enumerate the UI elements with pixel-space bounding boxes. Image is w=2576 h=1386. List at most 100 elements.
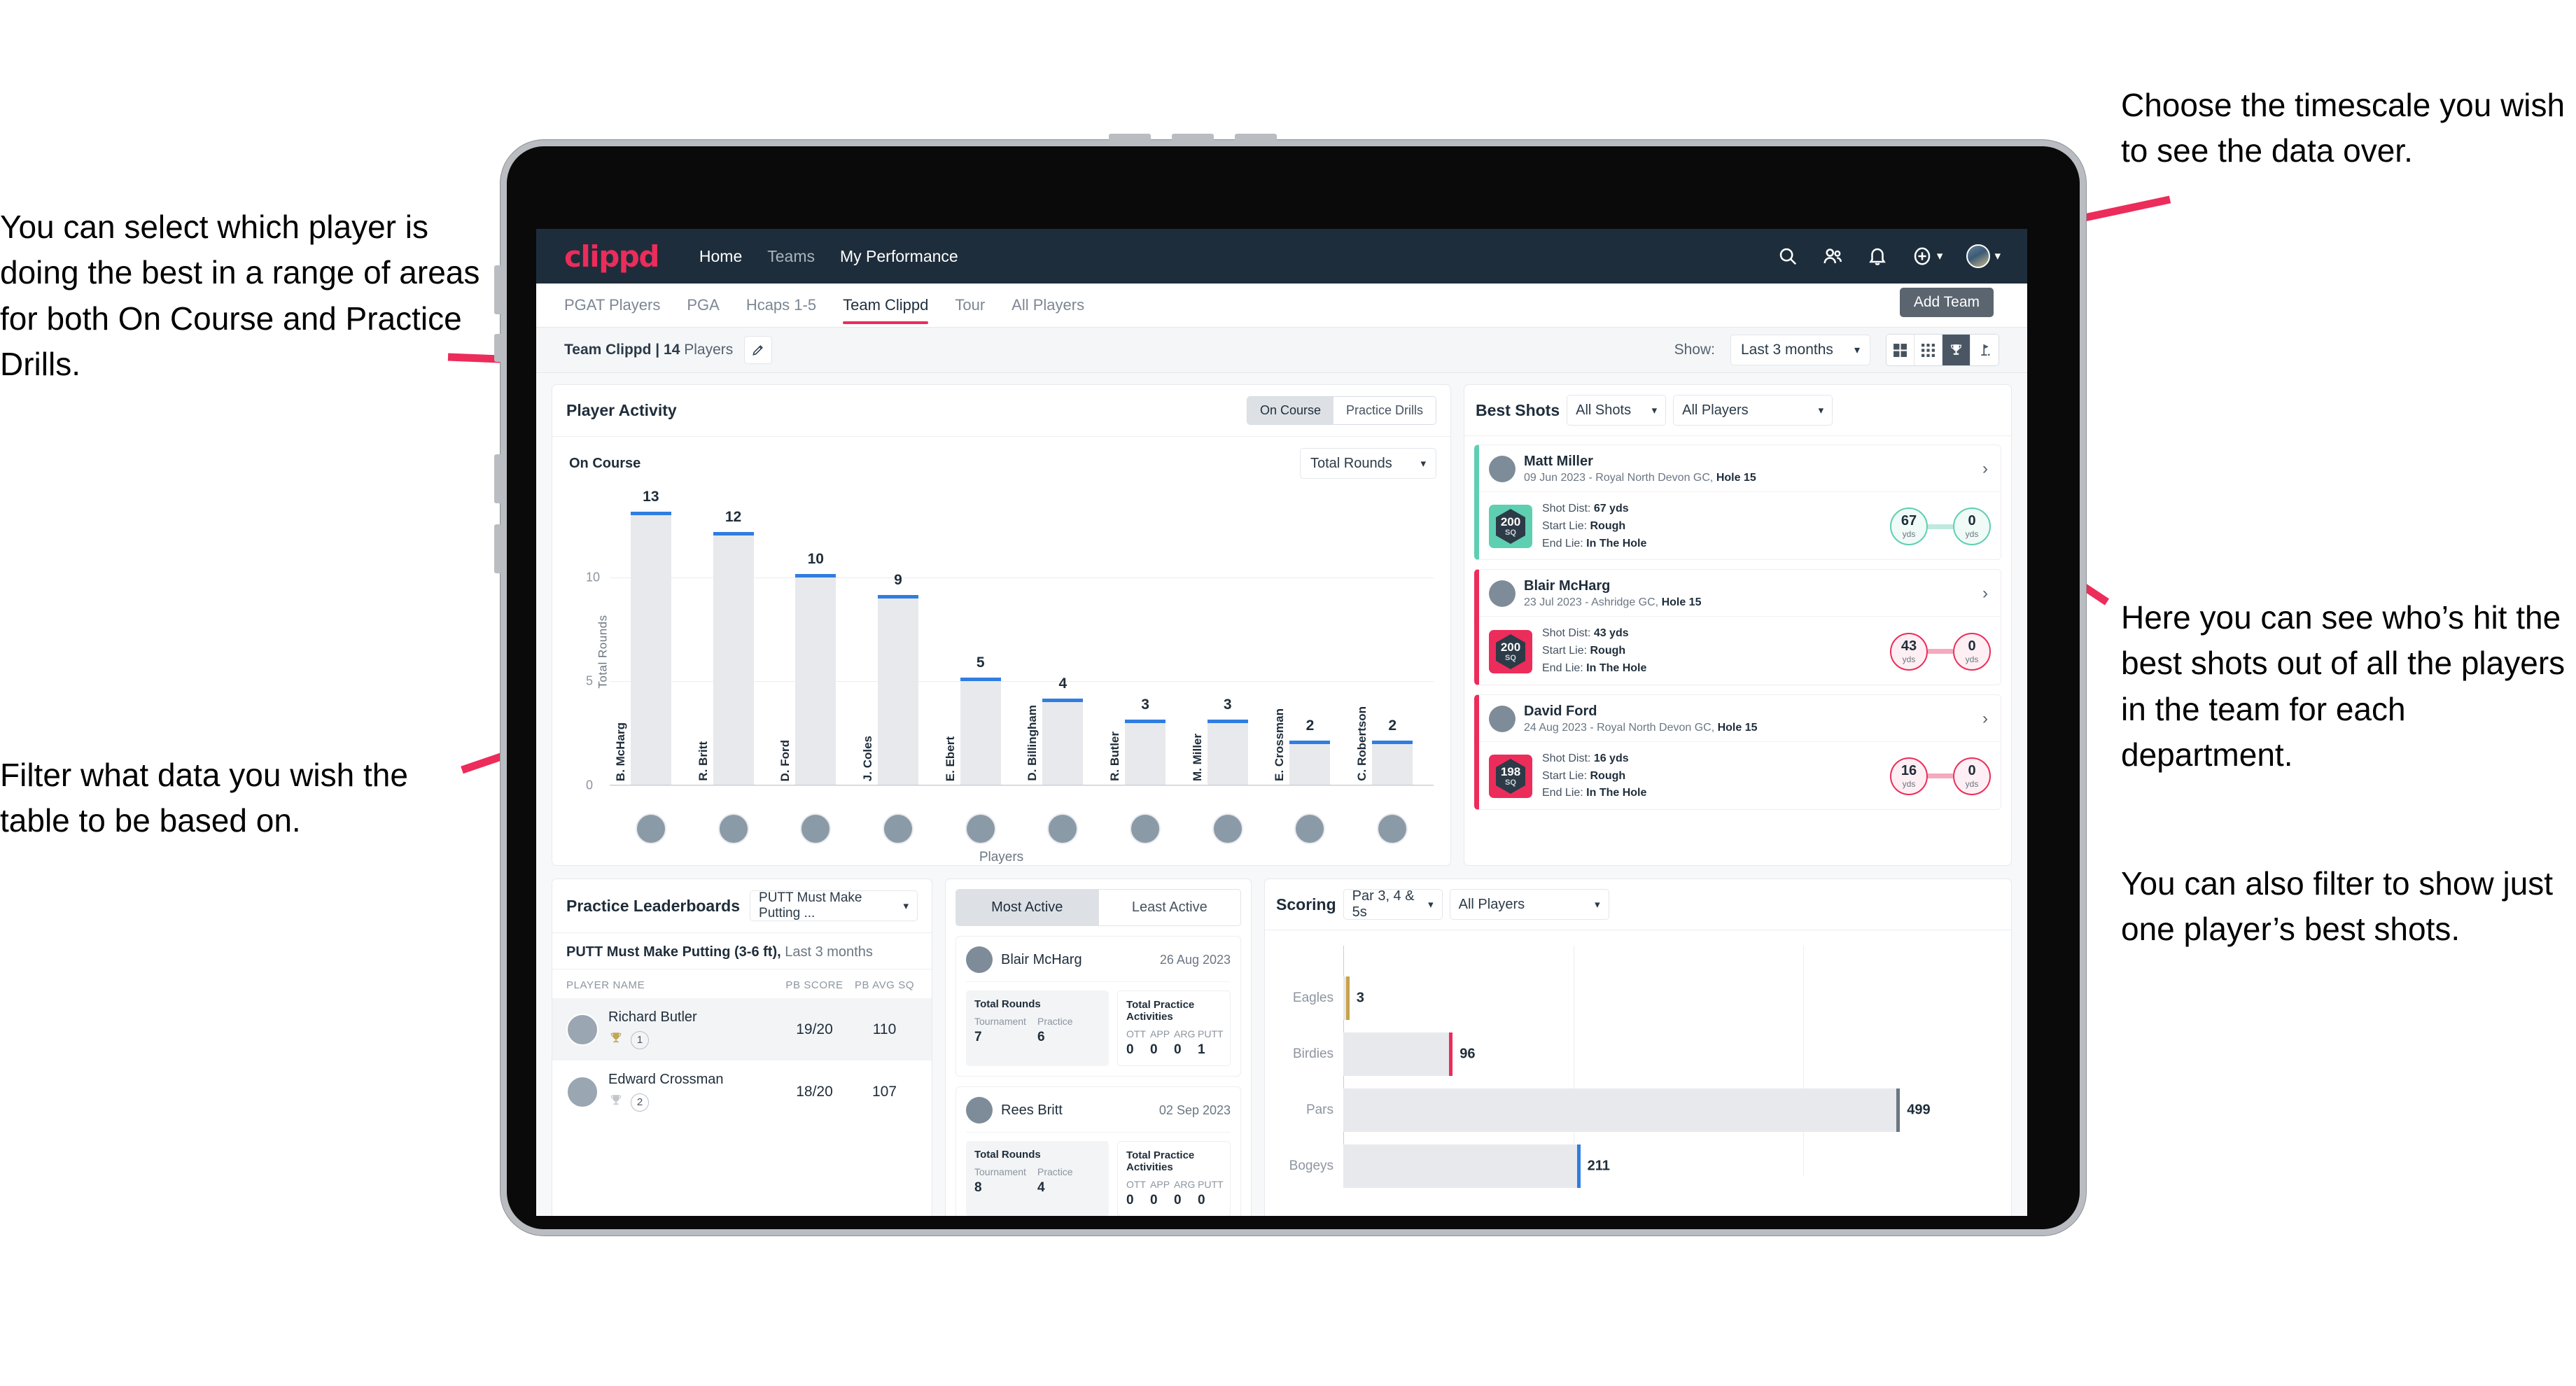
segment-on-course[interactable]: On Course [1247, 397, 1334, 424]
activity-round-key: Practice [1037, 1016, 1073, 1027]
timescale-select[interactable]: Last 3 months ▾ [1730, 335, 1870, 365]
chevron-right-icon[interactable]: › [1982, 459, 1991, 479]
scoring-par-filter[interactable]: Par 3, 4 & 5s ▾ [1343, 888, 1443, 920]
player-avatar[interactable] [718, 813, 749, 844]
activity-total-rounds-title: Total Rounds [974, 1149, 1041, 1161]
view-toggle-group [1886, 334, 1999, 366]
player-avatar[interactable] [1130, 813, 1161, 844]
hexagon-icon: 198 SQ [1494, 758, 1527, 794]
clippd-logo[interactable]: clippd [564, 239, 659, 274]
scoring-row[interactable]: Bogeys 211 [1279, 1144, 1993, 1188]
chart-bar[interactable]: 5 E. Ebert [944, 654, 1001, 785]
scoring-row[interactable]: Birdies 96 [1279, 1032, 1993, 1076]
team-player-count: 14 [664, 342, 680, 358]
drill-select[interactable]: PUTT Must Make Putting ... ▾ [750, 890, 918, 921]
player-avatar[interactable] [635, 813, 666, 844]
avatar[interactable] [1966, 244, 1991, 268]
chart-bar[interactable]: 2 E. Crossman [1273, 708, 1331, 785]
chart-bar-cell[interactable]: 12 R. Britt [692, 494, 775, 785]
shot-details: Shot Dist: 16 yds Start Lie: Rough End Lie… [1542, 752, 1647, 799]
chart-bar-cell[interactable]: 2 C. Robertson [1351, 494, 1434, 785]
shot-player-avatar [1489, 456, 1516, 482]
chart-bar[interactable]: 2 C. Robertson [1355, 706, 1413, 785]
scoring-row[interactable]: Pars 499 [1279, 1088, 1993, 1132]
leaderboard-player-name: Edward Crossman [608, 1072, 724, 1087]
player-avatar[interactable] [882, 813, 913, 844]
view-flag-button[interactable] [1970, 335, 1998, 365]
pencil-icon [752, 345, 764, 356]
scoring-player-filter[interactable]: All Players ▾ [1449, 889, 1609, 920]
view-trophy-button[interactable] [1942, 335, 1970, 365]
scoring-row[interactable]: Eagles 3 [1279, 976, 1993, 1020]
add-menu[interactable]: ▾ [1912, 246, 1942, 267]
tab-pgat-players[interactable]: PGAT Players [564, 286, 660, 324]
scoring-bar[interactable]: 499 [1343, 1088, 1931, 1132]
best-shot-card[interactable]: Matt Miller 09 Jun 2023 - Royal North Dev… [1474, 444, 2001, 561]
chevron-right-icon[interactable]: › [1982, 709, 1991, 729]
chart-bar[interactable]: 9 J. Coles [861, 572, 918, 785]
chart-bar-cell[interactable]: 10 D. Ford [774, 494, 857, 785]
chart-bar[interactable]: 10 D. Ford [778, 551, 836, 785]
people-icon[interactable] [1822, 246, 1843, 267]
player-avatar[interactable] [1377, 813, 1408, 844]
player-avatar[interactable] [1294, 813, 1326, 844]
chart-bar-cell[interactable]: 13 B. McHarg [610, 489, 692, 785]
chart-bar[interactable]: 13 B. McHarg [614, 489, 671, 785]
chevron-right-icon[interactable]: › [1982, 584, 1991, 603]
edit-team-button[interactable] [744, 336, 773, 364]
best-shots-player-filter[interactable]: All Players ▾ [1673, 395, 1833, 426]
chart-bar-cell[interactable]: 9 J. Coles [857, 494, 939, 785]
scoring-bar[interactable]: 211 [1343, 1144, 1610, 1188]
shot-connector [1928, 649, 1953, 654]
player-avatar[interactable] [1212, 813, 1243, 844]
player-activity-segmented-control: On Course Practice Drills [1246, 396, 1436, 425]
chart-bar-cell[interactable]: 4 D. Billingham [1022, 494, 1105, 785]
player-avatar-cell [1022, 813, 1105, 844]
tab-pga[interactable]: PGA [687, 286, 719, 324]
tab-team-clippd[interactable]: Team Clippd [843, 286, 929, 324]
chart-bar-cell[interactable]: 5 E. Ebert [939, 494, 1022, 785]
segment-practice-drills[interactable]: Practice Drills [1333, 397, 1436, 424]
activity-list: Blair McHarg 26 Aug 2023 Total Rounds Tourn… [946, 936, 1251, 1216]
tab-all-players[interactable]: All Players [1011, 286, 1084, 324]
bell-icon[interactable] [1867, 246, 1888, 267]
player-avatar[interactable] [965, 813, 996, 844]
chart-bar[interactable]: 12 R. Britt [696, 509, 754, 785]
tab-most-active[interactable]: Most Active [955, 889, 1098, 926]
tab-hcaps-1-5[interactable]: Hcaps 1-5 [746, 286, 816, 324]
best-shot-card[interactable]: Blair McHarg 23 Jul 2023 - Ashridge GC, H… [1474, 569, 2001, 685]
chart-bar[interactable]: 3 M. Miller [1191, 696, 1248, 785]
dashboard-body: Player Activity On Course Practice Drill… [536, 373, 2027, 1216]
tab-tour[interactable]: Tour [955, 286, 985, 324]
leaderboard-row[interactable]: Richard Butler 1 19/20 110 [552, 998, 932, 1060]
chart-bar-cell[interactable]: 3 M. Miller [1186, 494, 1269, 785]
chart-bar[interactable]: 3 R. Butler [1108, 696, 1166, 785]
best-shot-card[interactable]: David Ford 24 Aug 2023 - Royal North Devo… [1474, 694, 2001, 811]
scoring-bar-value: 3 [1356, 990, 1364, 1006]
tab-least-active[interactable]: Least Active [1098, 889, 1242, 926]
player-avatar[interactable] [1047, 813, 1079, 844]
chart-bar-cell[interactable]: 3 R. Butler [1104, 494, 1186, 785]
shot-hole: Hole 15 [1661, 596, 1702, 609]
view-grid-small-button[interactable] [1914, 335, 1942, 365]
activity-player-card[interactable]: Rees Britt 02 Sep 2023 Total Rounds Tournam… [955, 1086, 1242, 1216]
search-icon[interactable] [1777, 246, 1798, 267]
user-menu[interactable]: ▾ [1966, 244, 2001, 268]
chart-bar[interactable]: 4 D. Billingham [1026, 676, 1084, 785]
scoring-bar[interactable]: 3 [1343, 976, 1364, 1020]
activity-player-card[interactable]: Blair McHarg 26 Aug 2023 Total Rounds Tourn… [955, 936, 1242, 1077]
best-shots-shot-filter[interactable]: All Shots ▾ [1567, 395, 1667, 426]
leaderboard-row[interactable]: Edward Crossman 2 18/20 107 [552, 1060, 932, 1123]
plus-circle-icon[interactable] [1912, 246, 1933, 267]
chart-bar-cell[interactable]: 2 E. Crossman [1269, 494, 1352, 785]
view-grid-large-button[interactable] [1886, 335, 1914, 365]
nav-link-home[interactable]: Home [699, 247, 742, 266]
metric-select[interactable]: Total Rounds ▾ [1300, 448, 1436, 479]
player-avatar[interactable] [800, 813, 832, 844]
shot-sq-unit: SQ [1505, 778, 1516, 787]
shot-distance: 67 yds [1593, 503, 1629, 514]
scoring-bar[interactable]: 96 [1343, 1032, 1475, 1076]
nav-link-my-performance[interactable]: My Performance [840, 247, 958, 266]
chart-bar-label: R. Britt [696, 741, 710, 781]
nav-link-teams[interactable]: Teams [767, 247, 815, 266]
